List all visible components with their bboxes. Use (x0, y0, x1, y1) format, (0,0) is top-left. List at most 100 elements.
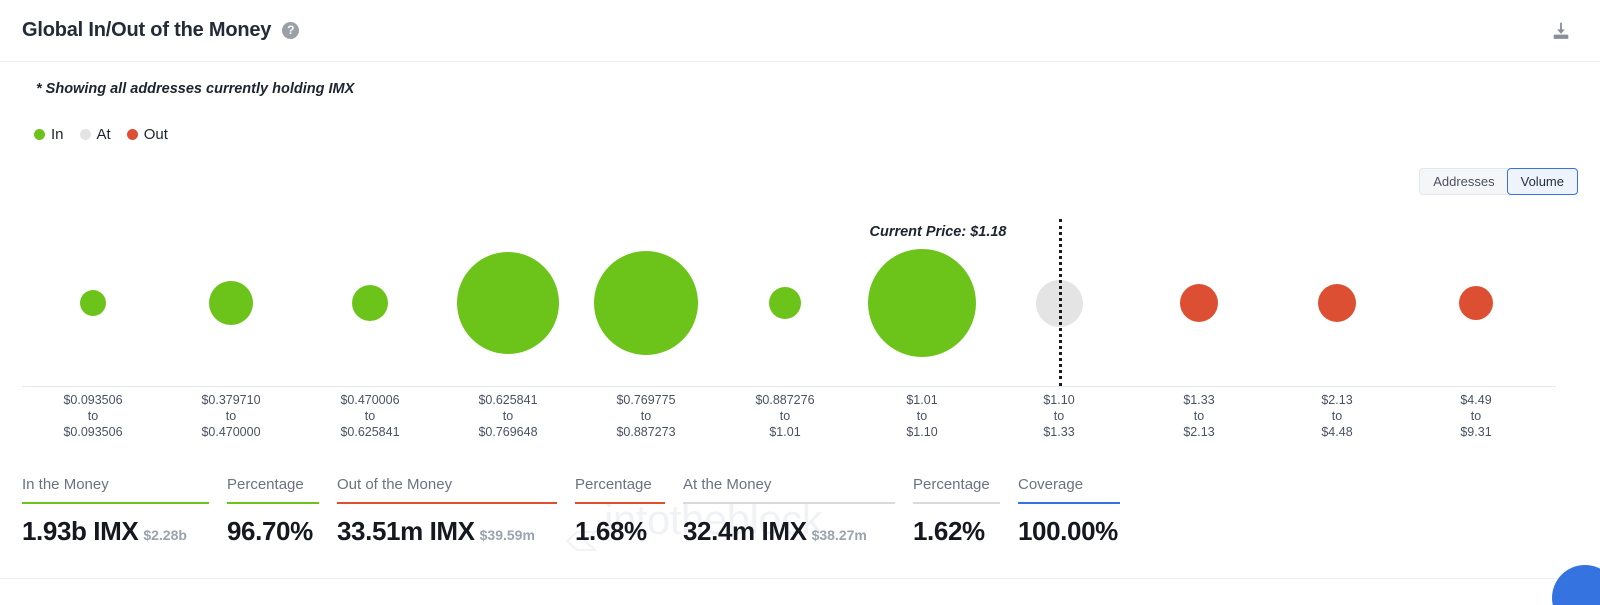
stat-value: 96.70% (227, 516, 337, 547)
stat-card: Percentage 1.68% (575, 476, 683, 547)
tick-from: $2.13 (1321, 393, 1353, 407)
bubble-in[interactable] (209, 281, 253, 325)
tick-to-word: to (87, 409, 99, 423)
stat-main-value: 100.00% (1018, 516, 1118, 546)
download-icon[interactable] (1544, 14, 1578, 48)
stat-underline (337, 502, 557, 504)
stat-underline (22, 502, 209, 504)
tick-from: $4.49 (1460, 393, 1492, 407)
tick-to-word: to (1193, 409, 1205, 423)
x-tick-label: $0.093506 to $0.093506 (33, 392, 153, 440)
x-tick-label: $0.887276 to $1.01 (725, 392, 845, 440)
bubble-in[interactable] (769, 287, 801, 319)
stat-main-value: 32.4m IMX (683, 516, 807, 546)
stat-label: Out of the Money (337, 476, 453, 493)
tick-to-word: to (779, 409, 791, 423)
tick-to: $1.01 (769, 425, 801, 439)
tick-to: $1.10 (906, 425, 938, 439)
tick-to-word: to (916, 409, 928, 423)
metric-toggle[interactable]: Addresses Volume (1419, 168, 1578, 195)
tick-to: $0.625841 (340, 425, 400, 439)
stat-card: At the Money 32.4m IMX $38.27m (683, 476, 913, 547)
x-tick-label: $1.33 to $2.13 (1139, 392, 1259, 440)
tick-to-word: to (1470, 409, 1482, 423)
stat-label: At the Money (683, 476, 772, 493)
bubble-in[interactable] (594, 251, 698, 355)
legend-label-in: In (51, 126, 64, 143)
stat-value: 100.00% (1018, 516, 1138, 547)
chart-panel: Global In/Out of the Money ? * Showing a… (0, 0, 1600, 605)
x-tick-label: $0.769775 to $0.887273 (586, 392, 706, 440)
axis-baseline (22, 386, 1556, 387)
legend-label-out: Out (143, 126, 168, 143)
tick-to: $1.33 (1043, 425, 1075, 439)
bubble-in[interactable] (457, 252, 559, 354)
stat-card: Percentage 96.70% (227, 476, 337, 547)
tick-to: $9.31 (1460, 425, 1492, 439)
tick-from: $0.625841 (478, 393, 538, 407)
legend-label-at: At (96, 126, 111, 143)
toggle-volume[interactable]: Volume (1506, 168, 1578, 195)
stat-sub-value: $39.59m (479, 527, 535, 543)
x-tick-label: $2.13 to $4.48 (1277, 392, 1397, 440)
x-tick-label: $1.01 to $1.10 (862, 392, 982, 440)
tick-from: $1.33 (1183, 393, 1215, 407)
stat-underline (575, 502, 665, 504)
tick-to-word: to (640, 409, 652, 423)
summary-stats: In the Money 1.93b IMX $2.28b Percentage 96.… (22, 476, 1138, 547)
panel-header: Global In/Out of the Money ? (0, 0, 1600, 62)
stat-underline (913, 502, 1000, 504)
stat-value: 1.68% (575, 516, 683, 547)
tick-to: $0.769648 (478, 425, 538, 439)
tick-from: $0.093506 (63, 393, 123, 407)
stat-card: In the Money 1.93b IMX $2.28b (22, 476, 227, 547)
bubble-out[interactable] (1318, 284, 1356, 322)
x-axis-ticks: $0.093506 to $0.093506 $0.379710 to $0.470000… (0, 392, 1600, 447)
stat-underline (1018, 502, 1120, 504)
chart-legend: In At Out (34, 126, 177, 143)
x-tick-label: $1.10 to $1.33 (999, 392, 1119, 440)
bubble-plot: intotheblock Current Price: $1.18 (0, 196, 1600, 551)
tick-to-word: to (1331, 409, 1343, 423)
stat-card: Percentage 1.62% (913, 476, 1018, 547)
stat-underline (683, 502, 895, 504)
stat-card: Out of the Money 33.51m IMX $39.59m (337, 476, 575, 547)
legend-item-in: In (34, 126, 64, 143)
stat-label: Coverage (1018, 476, 1084, 493)
stat-value: 33.51m IMX $39.59m (337, 516, 575, 547)
legend-dot-in (34, 129, 45, 140)
tick-from: $1.01 (906, 393, 938, 407)
bubble-in[interactable] (868, 249, 976, 357)
stat-underline (227, 502, 319, 504)
stat-label: In the Money (22, 476, 109, 493)
stat-main-value: 96.70% (227, 516, 313, 546)
chart-subtitle: * Showing all addresses currently holdin… (36, 81, 355, 97)
stat-card: Coverage 100.00% (1018, 476, 1138, 547)
current-price-label: Current Price: $1.18 (869, 224, 1007, 240)
tick-from: $1.10 (1043, 393, 1075, 407)
legend-dot-at (79, 129, 91, 140)
stat-main-value: 1.93b IMX (22, 516, 139, 546)
help-icon[interactable]: ? (282, 22, 300, 39)
stat-sub-value: $38.27m (811, 527, 867, 543)
stat-value: 1.93b IMX $2.28b (22, 516, 227, 547)
stat-main-value: 33.51m IMX (337, 516, 475, 546)
bubble-out[interactable] (1180, 284, 1218, 322)
stat-main-value: 1.68% (575, 516, 647, 546)
tick-to: $2.13 (1183, 425, 1215, 439)
tick-to-word: to (364, 409, 376, 423)
bubble-out[interactable] (1459, 286, 1493, 320)
tick-to-word: to (1053, 409, 1065, 423)
x-tick-label: $4.49 to $9.31 (1416, 392, 1536, 440)
tick-to: $0.887273 (616, 425, 676, 439)
chat-widget-button[interactable] (1552, 565, 1600, 605)
tick-from: $0.379710 (201, 393, 261, 407)
stat-main-value: 1.62% (913, 516, 985, 546)
x-tick-label: $0.379710 to $0.470000 (171, 392, 291, 440)
tick-to: $0.470000 (201, 425, 261, 439)
bubble-in[interactable] (352, 285, 388, 321)
bubble-in[interactable] (80, 290, 106, 316)
x-tick-label: $0.625841 to $0.769648 (448, 392, 568, 440)
toggle-addresses[interactable]: Addresses (1419, 168, 1508, 195)
stat-label: Percentage (575, 476, 652, 493)
